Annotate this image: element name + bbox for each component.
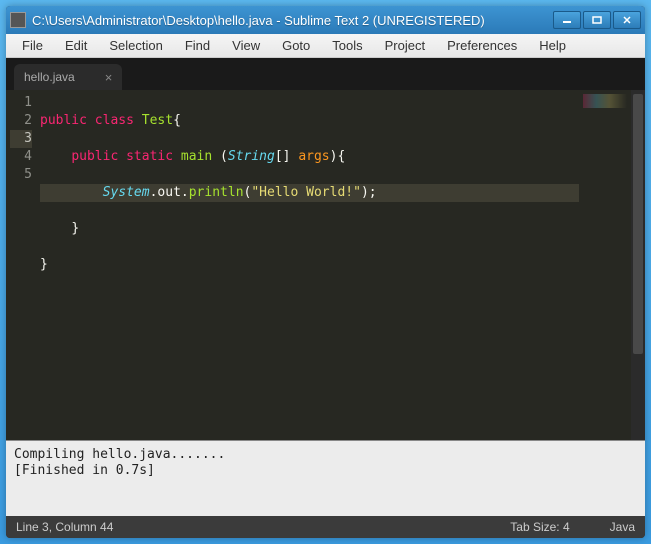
menu-tools[interactable]: Tools	[322, 35, 372, 56]
status-language[interactable]: Java	[610, 520, 635, 534]
minimap[interactable]	[579, 90, 631, 440]
editor[interactable]: 1 2 3 4 5 public class Test{ public stat…	[6, 90, 645, 440]
maximize-icon	[592, 16, 602, 24]
console-line: [Finished in 0.7s]	[14, 463, 637, 479]
gutter: 1 2 3 4 5	[6, 90, 40, 440]
minimap-preview	[583, 94, 627, 108]
tab-close-icon[interactable]: ×	[105, 70, 113, 85]
window-title: C:\Users\Administrator\Desktop\hello.jav…	[32, 13, 553, 28]
code-line: public static main (String[] args){	[40, 148, 579, 166]
menu-file[interactable]: File	[12, 35, 53, 56]
minimize-icon	[562, 16, 572, 24]
code-line: System.out.println("Hello World!");	[40, 184, 579, 202]
menu-goto[interactable]: Goto	[272, 35, 320, 56]
menu-find[interactable]: Find	[175, 35, 220, 56]
window-controls	[553, 11, 641, 29]
status-tab-size[interactable]: Tab Size: 4	[510, 520, 569, 534]
line-number: 4	[10, 148, 32, 166]
line-number: 2	[10, 112, 32, 130]
statusbar: Line 3, Column 44 Tab Size: 4 Java	[6, 516, 645, 538]
maximize-button[interactable]	[583, 11, 611, 29]
line-number: 1	[10, 94, 32, 112]
code-line: }	[40, 256, 579, 274]
menu-preferences[interactable]: Preferences	[437, 35, 527, 56]
close-icon	[622, 16, 632, 24]
menu-view[interactable]: View	[222, 35, 270, 56]
build-output[interactable]: Compiling hello.java....... [Finished in…	[6, 440, 645, 516]
console-line: Compiling hello.java.......	[14, 447, 637, 463]
code-line: }	[40, 220, 579, 238]
vertical-scrollbar[interactable]	[631, 90, 645, 440]
status-cursor[interactable]: Line 3, Column 44	[16, 520, 113, 534]
close-button[interactable]	[613, 11, 641, 29]
minimize-button[interactable]	[553, 11, 581, 29]
menu-project[interactable]: Project	[375, 35, 435, 56]
line-number: 5	[10, 166, 32, 184]
menu-edit[interactable]: Edit	[55, 35, 97, 56]
app-icon	[10, 12, 26, 28]
line-number: 3	[10, 130, 32, 148]
code-area[interactable]: public class Test{ public static main (S…	[40, 90, 579, 440]
tab-bar: hello.java ×	[6, 58, 645, 90]
menubar: File Edit Selection Find View Goto Tools…	[6, 34, 645, 58]
titlebar[interactable]: C:\Users\Administrator\Desktop\hello.jav…	[6, 6, 645, 34]
app-window: C:\Users\Administrator\Desktop\hello.jav…	[6, 6, 645, 538]
tab-label: hello.java	[24, 70, 75, 84]
menu-help[interactable]: Help	[529, 35, 576, 56]
tab-hello-java[interactable]: hello.java ×	[14, 64, 122, 90]
scrollbar-thumb[interactable]	[633, 94, 643, 354]
menu-selection[interactable]: Selection	[99, 35, 172, 56]
code-line: public class Test{	[40, 112, 579, 130]
